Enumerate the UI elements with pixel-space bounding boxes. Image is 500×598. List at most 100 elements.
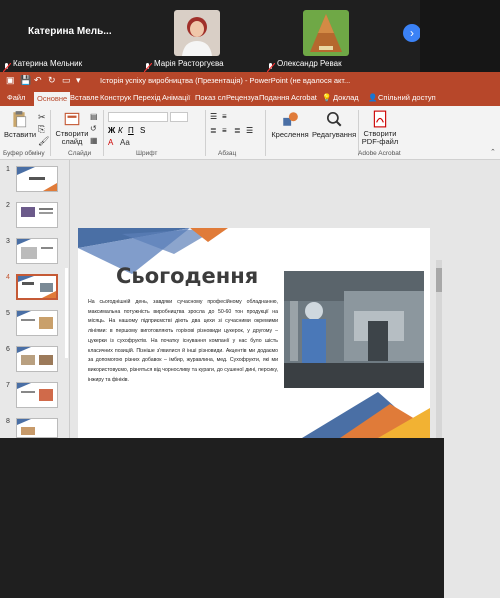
main-participant-name: Катерина Мель... (28, 26, 112, 37)
slide-thumbnail[interactable] (16, 346, 58, 372)
meeting-strip: Катерина Мель... Катерина Мельник Марія … (0, 0, 500, 73)
person-icon: 👤 (368, 93, 378, 102)
italic-icon[interactable]: К (118, 126, 123, 135)
tab-view[interactable]: Подання (259, 93, 289, 102)
align-left-icon[interactable]: ≣ (210, 126, 217, 135)
group-label-slides: Слайди (68, 150, 92, 157)
slide-thumbnail[interactable] (16, 310, 58, 336)
participant-name: Олександр Ревак (277, 59, 342, 68)
font-size-select[interactable] (170, 112, 188, 122)
tab-file[interactable]: Файл (7, 93, 25, 102)
share-button[interactable]: Спільний доступ (378, 93, 436, 102)
slide-thumbnail[interactable] (16, 238, 58, 264)
ribbon: Вставити ✂ ⎘ 🖌 Створити слайд ▤ ↺ ▦ Ж К … (0, 106, 500, 160)
chevron-right-icon: › (410, 26, 414, 40)
powerpoint-window: ▣ 💾 ↶ ↻ ▭ ▾ Історія успіху виробництва (… (0, 72, 500, 598)
magnifier-icon (326, 111, 342, 127)
group-label-acrobat: Adobe Acrobat (358, 150, 401, 157)
participant-tile[interactable]: Марія Расторгуєва (140, 0, 270, 73)
tab-insert[interactable]: Вставле (70, 93, 99, 102)
participant-tile-main[interactable]: Катерина Мель... Катерина Мельник (0, 0, 150, 73)
undo-icon[interactable]: ↶ (34, 75, 42, 86)
next-participants-button[interactable]: › (403, 24, 421, 42)
participant-name: Марія Расторгуєва (154, 59, 224, 68)
powerpoint-logo-icon: ▣ (6, 75, 15, 85)
new-slide-icon (64, 112, 80, 126)
highlight-icon[interactable]: Aa (120, 138, 130, 147)
slide-thumbnails-pane: 1 2 3 4 5 6 7 8 (0, 160, 70, 438)
shapes-icon (283, 112, 298, 126)
slide-thumbnail[interactable] (16, 382, 58, 408)
create-pdf-button[interactable]: Створити PDF-файл (360, 110, 400, 146)
slide-scrollbar[interactable] (436, 260, 442, 438)
slide-number: 8 (6, 418, 10, 425)
slide-number: 6 (6, 346, 10, 353)
format-painter-icon[interactable]: 🖌 (38, 136, 49, 147)
align-right-icon[interactable]: ≣ (234, 126, 241, 135)
copy-icon[interactable]: ⎘ (38, 124, 45, 135)
bullets-icon[interactable]: ☰ (210, 112, 217, 121)
slide-number: 4 (6, 274, 10, 281)
new-slide-button[interactable]: Створити слайд (54, 110, 90, 146)
participant-tile[interactable]: Олександр Ревак (265, 0, 385, 73)
side-pane (420, 0, 500, 72)
bold-icon[interactable]: Ж (108, 126, 115, 135)
avatar (303, 10, 349, 56)
drawing-button[interactable]: Креслення (268, 110, 312, 139)
align-center-icon[interactable]: ≡ (222, 126, 227, 135)
slide-thumbnail[interactable] (16, 202, 58, 228)
font-name-select[interactable] (108, 112, 168, 122)
clipboard-icon (13, 111, 27, 128)
customize-qat-icon[interactable]: ▾ (76, 75, 81, 86)
redo-icon[interactable]: ↻ (48, 75, 56, 86)
tab-design[interactable]: Конструк (100, 93, 131, 102)
slide-canvas[interactable]: Сьогодення На сьогоднішній день, завдяки… (78, 228, 430, 438)
participant-name: Катерина Мельник (13, 59, 83, 68)
editing-button[interactable]: Редагування (312, 110, 356, 139)
right-gutter (444, 320, 500, 598)
collapse-ribbon-icon[interactable]: ⌃ (490, 148, 496, 156)
scroll-thumb[interactable] (436, 268, 442, 292)
slide-thumbnail[interactable] (16, 418, 58, 438)
slide-number: 5 (6, 310, 10, 317)
section-icon[interactable]: ▦ (90, 136, 98, 145)
create-pdf-label: Створити PDF-файл (361, 129, 399, 146)
tell-me-search[interactable]: Доклад (333, 93, 359, 102)
factory-photo[interactable] (284, 271, 424, 388)
paste-label: Вставити (4, 130, 37, 139)
slide-thumbnail[interactable] (16, 166, 58, 192)
layout-icon[interactable]: ▤ (90, 112, 98, 121)
tab-home[interactable]: Основне (34, 92, 71, 106)
mic-off-icon (143, 59, 153, 73)
reset-icon[interactable]: ↺ (90, 124, 97, 133)
window-title: Історія успіху виробництва (Презентація)… (100, 76, 351, 85)
tab-animations[interactable]: Анімації (162, 93, 190, 102)
justify-icon[interactable]: ☰ (246, 126, 253, 135)
paste-button[interactable]: Вставити (4, 110, 37, 139)
tab-transitions[interactable]: Перехід (133, 93, 161, 102)
underline-icon[interactable]: П (128, 126, 134, 135)
tab-slideshow[interactable]: Показ сл (195, 93, 226, 102)
ribbon-tabs: Файл Основне Вставле Конструк Перехід Ан… (0, 90, 500, 106)
avatar (174, 10, 220, 56)
numbering-icon[interactable]: ≡ (222, 112, 227, 121)
font-color-icon[interactable]: A (108, 138, 113, 147)
slide-body-text[interactable]: На сьогоднішній день, завдяки сучасному … (88, 298, 278, 385)
slide-number: 2 (6, 202, 10, 209)
mic-off-icon (2, 59, 12, 73)
tab-review[interactable]: Рецензуа (226, 93, 259, 102)
thumbnail-scrollbar[interactable] (65, 268, 68, 358)
title-bar: ▣ 💾 ↶ ↻ ▭ ▾ Історія успіху виробництва (… (0, 72, 500, 90)
cut-icon[interactable]: ✂ (38, 112, 46, 123)
slide-number: 7 (6, 382, 10, 389)
strikethrough-icon[interactable]: S (140, 126, 145, 135)
new-slide-label: Створити слайд (55, 129, 89, 146)
tab-acrobat[interactable]: Acrobat (291, 93, 317, 102)
slide-thumbnail-selected[interactable] (16, 274, 58, 300)
slide-title[interactable]: Сьогодення (116, 264, 258, 288)
save-icon[interactable]: 💾 (20, 75, 31, 86)
editing-label: Редагування (312, 130, 357, 139)
pdf-icon (373, 110, 387, 128)
start-slideshow-icon[interactable]: ▭ (62, 75, 71, 86)
group-label-paragraph: Абзац (218, 150, 237, 157)
